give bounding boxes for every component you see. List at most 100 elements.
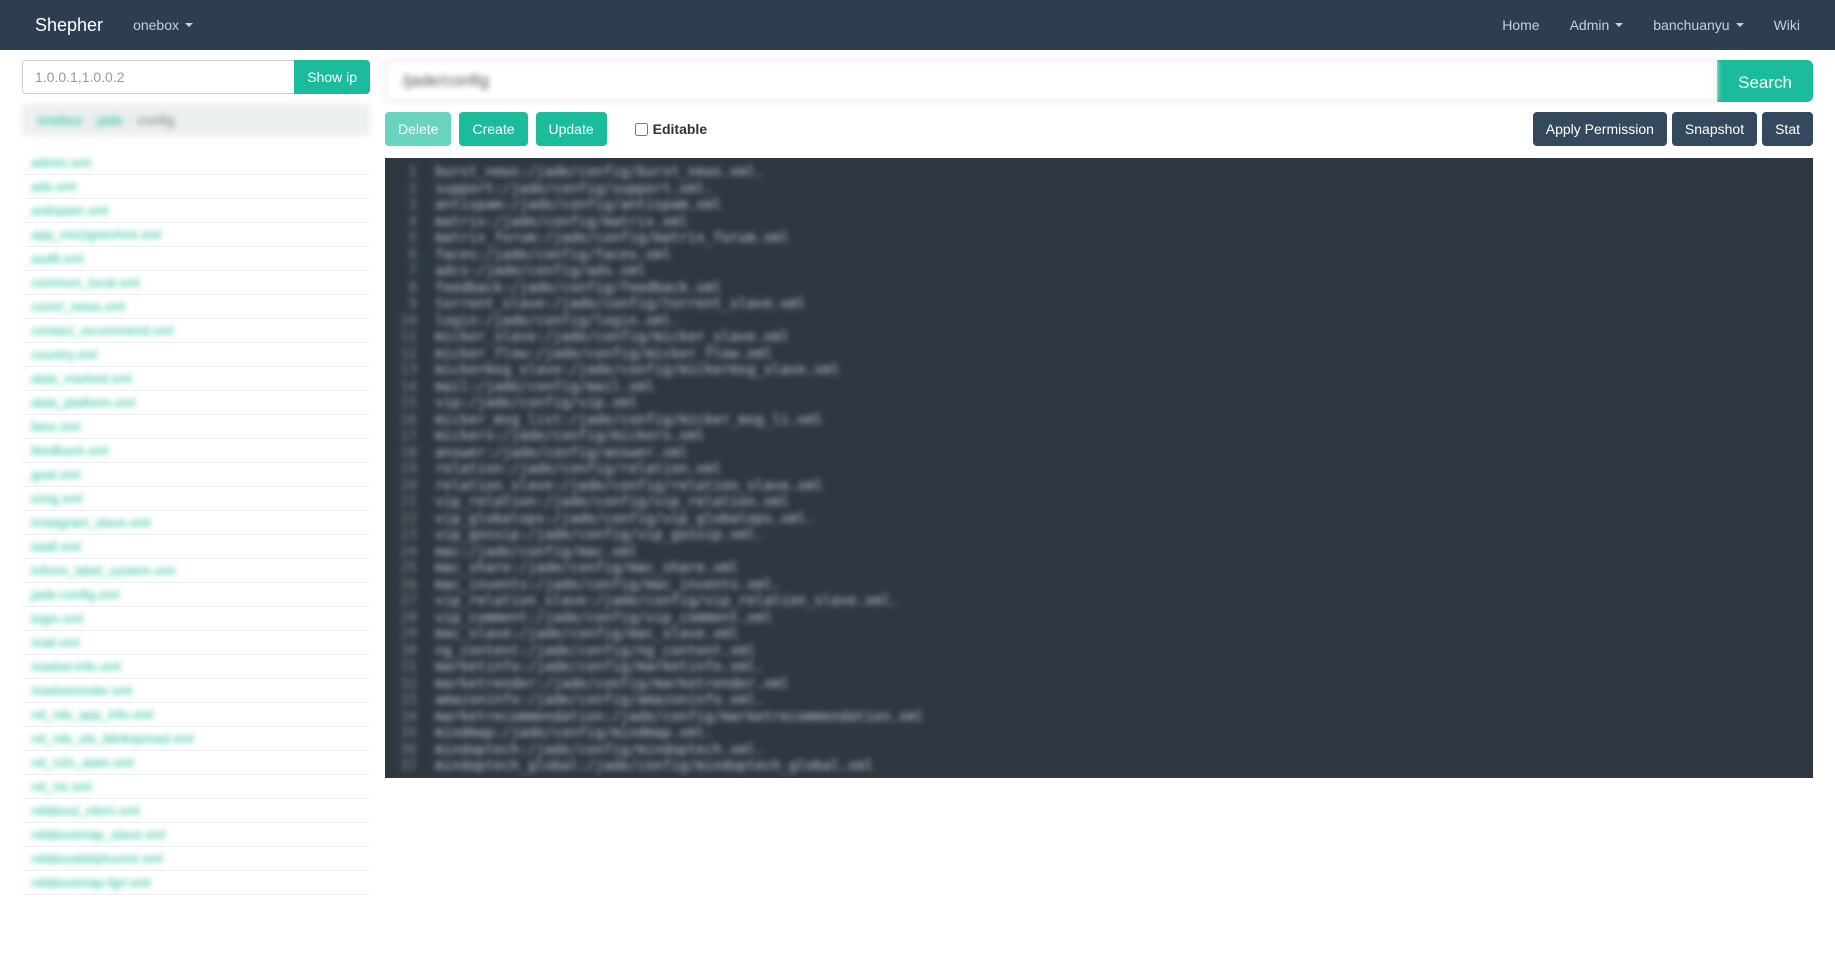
node-link[interactable]: .marketrender.xml	[22, 679, 370, 702]
node-link[interactable]: .data_marked.xml	[22, 367, 370, 390]
left-column: Show ip onebox / jade / config .admin.xm…	[22, 60, 370, 895]
ip-input-group: Show ip	[22, 60, 370, 94]
nav-user-dropdown[interactable]: banchuanyu	[1638, 2, 1758, 48]
cluster-dropdown[interactable]: onebox	[118, 2, 208, 48]
node-link[interactable]: .country.xml	[22, 343, 370, 366]
node-link[interactable]: .relaboutdelphunnir.xml	[22, 847, 370, 870]
node-list-item: .rel_ne.xml	[22, 775, 370, 799]
node-list-item: .login.xml	[22, 607, 370, 631]
node-link[interactable]: .common_local.xml	[22, 271, 370, 294]
node-link[interactable]: .relaboutmap_slave.xml	[22, 823, 370, 846]
node-link[interactable]: .jade-config.xml	[22, 583, 370, 606]
node-list-item: .adx.xml	[22, 175, 370, 199]
node-link[interactable]: .iwall.xml	[22, 535, 370, 558]
node-list-item: .feedback.xml	[22, 439, 370, 463]
node-link[interactable]: .relaboutmap-fgrl.xml	[22, 871, 370, 894]
node-link[interactable]: .rel_n2n_alain.xml	[22, 751, 370, 774]
node-list-item: .goal.xml	[22, 463, 370, 487]
node-link[interactable]: .comrl_news.xml	[22, 295, 370, 318]
node-link[interactable]: .admin.xml	[22, 151, 370, 174]
breadcrumb-sep: /	[123, 112, 137, 128]
node-list-item: .inform_label_system.xml	[22, 559, 370, 583]
node-list-item: .admin.xml	[22, 151, 370, 175]
action-bar: Delete Create Update Editable Apply Perm…	[385, 112, 1813, 146]
cluster-dropdown-label: onebox	[133, 17, 179, 33]
ip-input[interactable]	[22, 60, 295, 94]
node-list-item: .rel_rde_app_info.xml	[22, 703, 370, 727]
node-link[interactable]: .inform_label_system.xml	[22, 559, 370, 582]
node-list-item: .audit.xml	[22, 247, 370, 271]
editable-checkbox-label[interactable]: Editable	[635, 121, 707, 137]
caret-icon	[1615, 23, 1623, 27]
breadcrumb-item[interactable]: onebox	[37, 112, 83, 128]
breadcrumb: onebox / jade / config	[22, 104, 370, 136]
node-list-item: .relaboutmap_slave.xml	[22, 823, 370, 847]
node-link[interactable]: .icing.xml	[22, 487, 370, 510]
main-row: Show ip onebox / jade / config .admin.xm…	[22, 60, 1813, 895]
path-search-input[interactable]	[385, 60, 1717, 102]
caret-icon	[1736, 23, 1744, 27]
node-link[interactable]: .audit.xml	[22, 247, 370, 270]
node-link[interactable]: .rel_rde_sle_blinkspread.xml	[22, 727, 370, 750]
node-list-item: .comrl_news.xml	[22, 295, 370, 319]
editable-label-text: Editable	[653, 121, 707, 137]
node-list-item: .fans.xml	[22, 415, 370, 439]
node-list-item: .relaboutmap-fgrl.xml	[22, 871, 370, 895]
brand-link[interactable]: Shepher	[20, 15, 118, 36]
nav-admin-label: Admin	[1570, 17, 1610, 33]
node-list-item: .mail.xml	[22, 631, 370, 655]
node-link[interactable]: .goal.xml	[22, 463, 370, 486]
node-link[interactable]: .antispam.xml	[22, 199, 370, 222]
stat-button[interactable]: Stat	[1762, 112, 1813, 146]
node-list-item: .country.xml	[22, 343, 370, 367]
node-list-item: .app_mis2grievhmi.xml	[22, 223, 370, 247]
show-ip-button[interactable]: Show ip	[294, 60, 370, 94]
update-button[interactable]: Update	[536, 112, 607, 146]
main-container: Show ip onebox / jade / config .admin.xm…	[0, 50, 1835, 905]
node-link[interactable]: .mail.xml	[22, 631, 370, 654]
node-list: .admin.xml.adx.xml.antispam.xml.app_mis2…	[22, 151, 370, 895]
editor-gutter: 1234567891011121314151617181920212223242…	[385, 158, 425, 778]
node-link[interactable]: .rel_rde_app_info.xml	[22, 703, 370, 726]
node-list-item: .instagram_slave.xml	[22, 511, 370, 535]
search-button[interactable]: Search	[1717, 60, 1813, 102]
breadcrumb-item-active: config	[137, 112, 174, 128]
node-link[interactable]: .adx.xml	[22, 175, 370, 198]
create-button[interactable]: Create	[459, 112, 527, 146]
node-list-item: .data_marked.xml	[22, 367, 370, 391]
delete-button[interactable]: Delete	[385, 112, 451, 146]
nav-wiki[interactable]: Wiki	[1759, 2, 1815, 48]
node-link[interactable]: .contact_recommend.xml	[22, 319, 370, 342]
node-link[interactable]: .fans.xml	[22, 415, 370, 438]
snapshot-button[interactable]: Snapshot	[1672, 112, 1757, 146]
breadcrumb-item[interactable]: jade	[97, 112, 123, 128]
node-link[interactable]: .rel_ne.xml	[22, 775, 370, 798]
node-list-item: .rel_rde_sle_blinkspread.xml	[22, 727, 370, 751]
editor-lines: burst_news:/jade/config/burst_news.xml.s…	[425, 158, 1813, 778]
node-link[interactable]: .login.xml	[22, 607, 370, 630]
node-list-item: .rel_n2n_alain.xml	[22, 751, 370, 775]
breadcrumb-sep: /	[83, 112, 97, 128]
node-link[interactable]: .feedback.xml	[22, 439, 370, 462]
navbar-left: Shepher onebox	[20, 2, 208, 48]
navbar-right: Home Admin banchuanyu Wiki	[1487, 2, 1815, 48]
action-left: Delete Create Update Editable	[385, 112, 707, 146]
editable-checkbox[interactable]	[635, 123, 648, 136]
nav-user-label: banchuanyu	[1653, 17, 1729, 33]
node-link[interactable]: .app_mis2grievhmi.xml	[22, 223, 370, 246]
node-list-item: .antispam.xml	[22, 199, 370, 223]
caret-icon	[185, 23, 193, 27]
node-link[interactable]: .instagram_slave.xml	[22, 511, 370, 534]
code-editor[interactable]: 1234567891011121314151617181920212223242…	[385, 158, 1813, 778]
apply-permission-button[interactable]: Apply Permission	[1533, 112, 1667, 146]
search-group: Search	[385, 60, 1813, 102]
node-list-item: .common_local.xml	[22, 271, 370, 295]
nav-admin-dropdown[interactable]: Admin	[1555, 2, 1639, 48]
node-list-item: .relaboutdelphunnir.xml	[22, 847, 370, 871]
node-link[interactable]: .relabout_rdsrn.xml	[22, 799, 370, 822]
node-list-item: .market-info.xml	[22, 655, 370, 679]
node-link[interactable]: .market-info.xml	[22, 655, 370, 678]
nav-home[interactable]: Home	[1487, 2, 1554, 48]
node-link[interactable]: .data_platform.xml	[22, 391, 370, 414]
node-list-item: .icing.xml	[22, 487, 370, 511]
